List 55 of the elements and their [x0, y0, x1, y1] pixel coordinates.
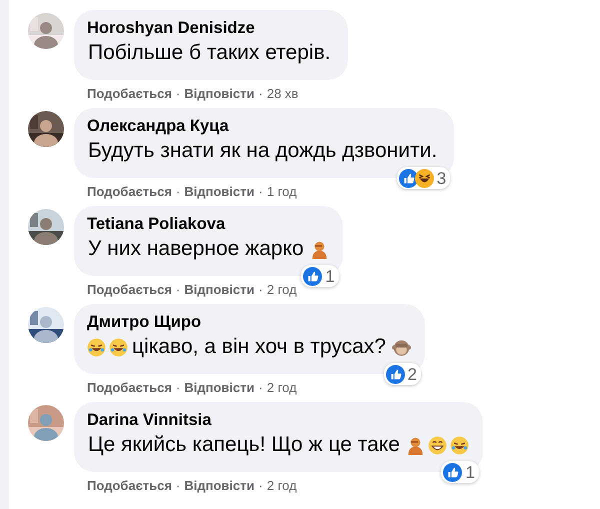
laughing-reaction-icon — [414, 168, 434, 188]
like-reaction-icon — [443, 462, 462, 482]
like-link[interactable]: Подобається — [87, 282, 172, 298]
reaction-count: 1 — [325, 266, 335, 286]
reply-link[interactable]: Відповісти — [184, 282, 255, 298]
monkey-emoji-icon — [392, 338, 411, 356]
separator: · — [176, 184, 180, 200]
like-reaction-icon — [398, 168, 418, 188]
author-name[interactable]: Tetiana Poliakova — [87, 214, 329, 235]
like-link[interactable]: Подобається — [87, 478, 172, 494]
separator: · — [176, 478, 180, 494]
comment-text: Будуть знати як на дождь дзвонити. — [88, 138, 438, 164]
person-emoji-icon — [406, 436, 425, 454]
grinning-emoji-icon — [428, 436, 447, 454]
person-emoji-icon — [310, 240, 329, 258]
laughing-emoji-icon — [109, 338, 128, 356]
reply-link[interactable]: Відповісти — [184, 478, 255, 494]
like-link[interactable]: Подобається — [87, 86, 172, 102]
separator: · — [176, 380, 180, 396]
timestamp[interactable]: 2 год — [266, 380, 297, 396]
separator: · — [258, 478, 263, 494]
like-reaction-icon — [386, 364, 405, 384]
reply-link[interactable]: Відповісти — [184, 184, 255, 200]
reaction-count: 2 — [408, 364, 417, 384]
like-reaction-icon — [303, 266, 322, 286]
timestamp[interactable]: 2 год — [266, 478, 297, 494]
like-link[interactable]: Подобається — [87, 380, 172, 396]
separator: · — [258, 184, 263, 200]
reply-link[interactable]: Відповісти — [184, 380, 255, 396]
reaction-badge[interactable]: 1 — [441, 461, 479, 483]
author-name[interactable]: Darina Vinnitsia — [87, 410, 469, 431]
author-name[interactable]: Олександра Куца — [87, 116, 440, 137]
laughing-emoji-icon — [450, 436, 469, 454]
timestamp[interactable]: 1 год — [266, 184, 297, 200]
reply-link[interactable]: Відповісти — [184, 86, 255, 102]
separator: · — [176, 86, 180, 102]
separator: · — [258, 282, 263, 298]
separator: · — [258, 380, 263, 396]
reaction-badge[interactable]: 3 — [396, 167, 450, 189]
comment-text: цікаво, а він хоч в трусах? — [132, 334, 386, 360]
comment-text: У них наверное жарко — [88, 236, 304, 262]
timestamp[interactable]: 2 год — [266, 282, 297, 298]
reaction-count: 1 — [465, 462, 475, 482]
author-name[interactable]: Дмитро Щиро — [87, 312, 411, 333]
separator: · — [176, 282, 180, 298]
reaction-count: 3 — [436, 168, 446, 188]
reaction-badge[interactable]: 1 — [301, 265, 339, 287]
comment-text: Побільше б таких етерів. — [88, 40, 331, 66]
laughing-emoji-icon — [87, 338, 106, 356]
separator: · — [258, 86, 263, 102]
timestamp[interactable]: 28 хв — [266, 86, 298, 102]
like-link[interactable]: Подобається — [87, 184, 172, 200]
reaction-badge[interactable]: 2 — [384, 363, 421, 385]
author-name[interactable]: Horoshyan Denisidze — [87, 18, 334, 39]
comment-text: Це якийсь капець! Що ж це таке — [88, 432, 400, 458]
